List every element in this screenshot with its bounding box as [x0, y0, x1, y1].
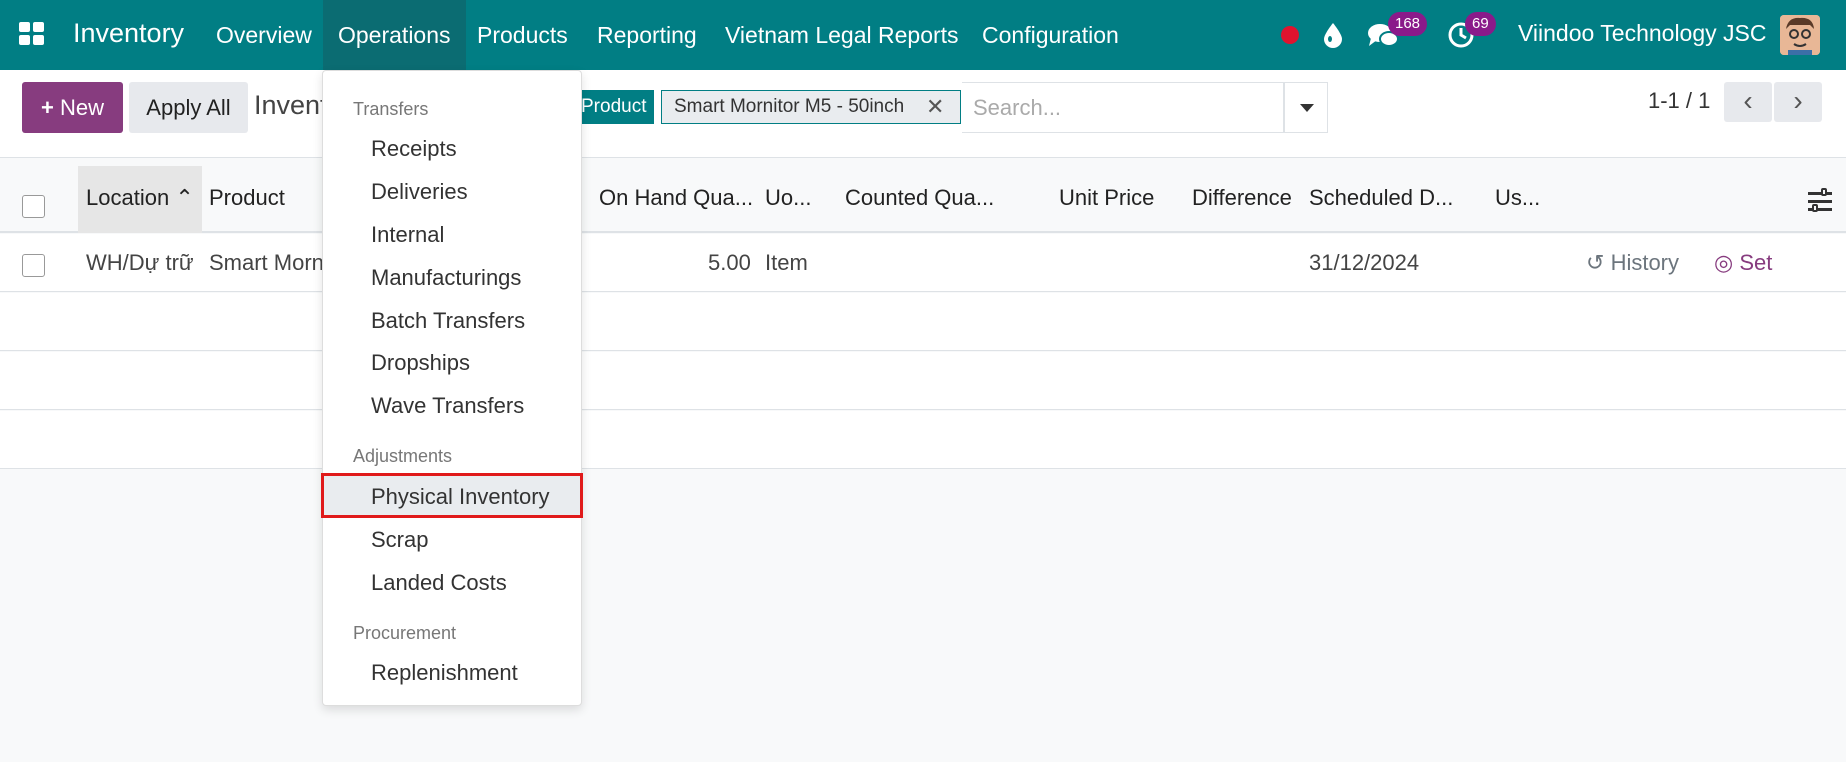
- select-all-checkbox[interactable]: [22, 195, 45, 218]
- new-button[interactable]: + New: [22, 82, 123, 133]
- history-button[interactable]: ↺ History: [1586, 250, 1679, 276]
- pager-previous-button[interactable]: ‹: [1724, 82, 1772, 122]
- menu-item-physical-inventory[interactable]: Physical Inventory: [371, 484, 550, 510]
- facet-close-icon[interactable]: ✕: [926, 96, 944, 118]
- column-product[interactable]: Product: [209, 185, 285, 211]
- operations-dropdown: Transfers Receipts Deliveries Internal M…: [321, 70, 583, 706]
- menu-operations[interactable]: Operations: [323, 0, 466, 70]
- menu-item-scrap[interactable]: Scrap: [371, 527, 428, 553]
- activities-badge: 69: [1465, 12, 1496, 36]
- column-on-hand-quantity[interactable]: On Hand Qua...: [599, 185, 753, 211]
- app-title[interactable]: Inventory: [73, 18, 184, 49]
- column-difference[interactable]: Difference: [1192, 185, 1292, 211]
- apps-menu-icon[interactable]: [19, 22, 47, 48]
- menu-item-internal[interactable]: Internal: [371, 222, 444, 248]
- dropdown-section-procurement: Procurement: [353, 623, 457, 643]
- menu-item-deliveries[interactable]: Deliveries: [371, 179, 468, 205]
- column-unit-price[interactable]: Unit Price: [1059, 185, 1154, 211]
- search-options-toggle[interactable]: [1284, 82, 1328, 133]
- apply-all-button[interactable]: Apply All: [129, 82, 248, 133]
- menu-item-batch-transfers[interactable]: Batch Transfers: [371, 308, 525, 334]
- menu-configuration[interactable]: Configuration: [967, 0, 1134, 70]
- optional-columns-icon[interactable]: [1808, 188, 1832, 212]
- cell-location: WH/Dự trữ: [86, 250, 194, 275]
- pager-value[interactable]: 1-1 / 1: [1648, 88, 1710, 114]
- pager-next-button[interactable]: ›: [1774, 82, 1822, 122]
- new-button-label: New: [59, 95, 104, 120]
- empty-row: [0, 293, 1846, 351]
- dropdown-section-transfers: Transfers: [353, 99, 429, 119]
- cell-product: Smart Morn: [209, 250, 324, 275]
- column-scheduled-date[interactable]: Scheduled D...: [1309, 185, 1453, 211]
- column-location[interactable]: Location ⌃: [86, 185, 194, 211]
- cell-on-hand: 5.00: [708, 250, 751, 275]
- table-header: Location ⌃ Product On Hand Qua... Uo... …: [0, 158, 1846, 233]
- row-checkbox[interactable]: [22, 254, 45, 277]
- user-avatar[interactable]: [1780, 15, 1820, 55]
- menu-vietnam-legal-reports[interactable]: Vietnam Legal Reports: [710, 0, 974, 70]
- empty-row: [0, 411, 1846, 469]
- menu-item-receipts[interactable]: Receipts: [371, 136, 457, 162]
- column-counted-quantity[interactable]: Counted Qua...: [845, 185, 994, 211]
- record-status-icon[interactable]: [1281, 26, 1299, 44]
- messages-badge: 168: [1388, 12, 1428, 36]
- target-icon: ◎: [1714, 250, 1734, 275]
- plus-icon: +: [41, 95, 60, 120]
- search-facet-label: Product: [573, 90, 655, 124]
- menu-reporting[interactable]: Reporting: [582, 0, 712, 70]
- menu-products[interactable]: Products: [462, 0, 583, 70]
- set-button[interactable]: ◎ Set: [1714, 250, 1772, 276]
- menu-overview[interactable]: Overview: [201, 0, 327, 70]
- history-icon: ↺: [1586, 250, 1605, 275]
- column-user[interactable]: Us...: [1495, 185, 1540, 211]
- search-facet-value: Smart Mornitor M5 - 50inch: [661, 90, 961, 124]
- empty-row: [0, 352, 1846, 410]
- sort-ascending-icon: ⌃: [175, 185, 194, 210]
- company-switcher[interactable]: Viindoo Technology JSC: [1518, 20, 1767, 47]
- cell-scheduled-date: 31/12/2024: [1309, 250, 1420, 275]
- menu-item-dropships[interactable]: Dropships: [371, 350, 470, 376]
- column-uom[interactable]: Uo...: [765, 185, 811, 211]
- dropdown-section-adjustments: Adjustments: [353, 446, 453, 466]
- menu-item-replenishment[interactable]: Replenishment: [371, 660, 518, 686]
- page-title: Invent: [254, 90, 328, 120]
- menu-item-landed-costs[interactable]: Landed Costs: [371, 570, 507, 596]
- search-input[interactable]: Search...: [962, 82, 1284, 133]
- drop-icon[interactable]: [1322, 22, 1344, 48]
- menu-item-manufacturings[interactable]: Manufacturings: [371, 265, 521, 291]
- cell-uom: Item: [765, 250, 808, 275]
- control-panel: + New Apply All Invent Product Smart Mor…: [0, 70, 1846, 158]
- top-navbar: Inventory Overview Operations Products R…: [0, 0, 1846, 70]
- table-row[interactable]: WH/Dự trữ Smart Morn 5.00 Item 31/12/202…: [0, 234, 1846, 292]
- menu-item-wave-transfers[interactable]: Wave Transfers: [371, 393, 524, 419]
